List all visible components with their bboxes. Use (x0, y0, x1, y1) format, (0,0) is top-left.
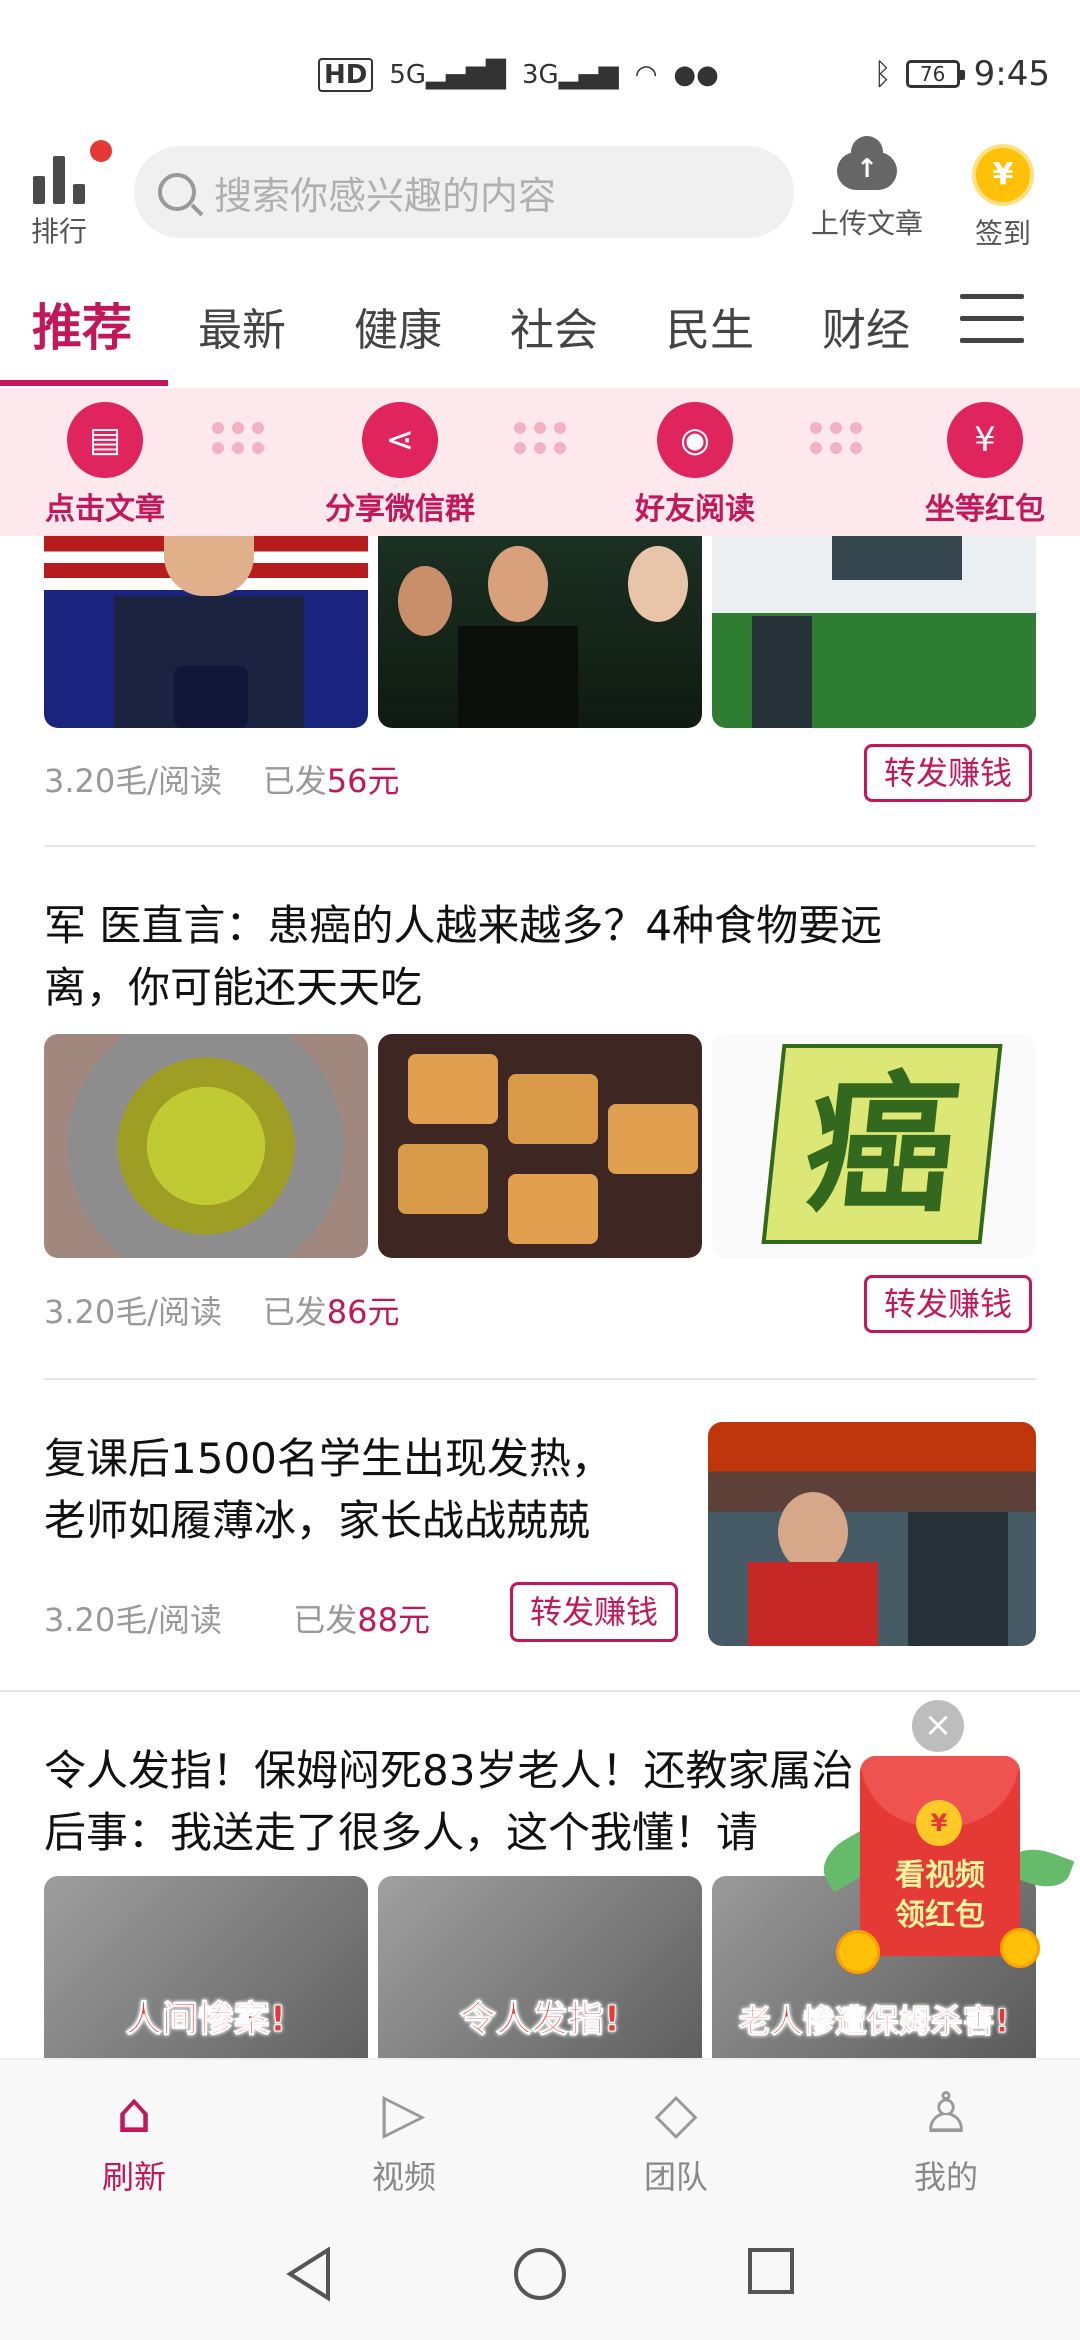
search-bar[interactable]: 搜索你感兴趣的内容 (134, 146, 794, 238)
article-title: 离，你可能还天天吃 (44, 963, 423, 1012)
hd-icon: HD (318, 58, 374, 92)
article-image (378, 536, 702, 728)
cloud-upload-icon (837, 136, 897, 190)
person-icon: ♙ (920, 2080, 972, 2146)
close-icon[interactable]: × (912, 1700, 964, 1752)
wifi-icon: ◠ (634, 60, 658, 90)
nav-team[interactable]: ◇ 团队 (606, 2078, 746, 2198)
category-tabs: 推荐 最新 健康 社会 民生 财经 (0, 270, 1080, 388)
forward-earn-button[interactable]: 转发赚钱 (510, 1582, 678, 1642)
article-image: 令人发指! (378, 1876, 702, 2058)
article-image: 癌 (712, 1034, 1036, 1258)
eye-icon: ◉ (657, 402, 733, 478)
search-icon (158, 173, 196, 211)
article-image (708, 1422, 1036, 1646)
forward-earn-button[interactable]: 转发赚钱 (864, 744, 1032, 802)
sent-amount: 88元 (357, 1601, 430, 1639)
divider (0, 1690, 1080, 1692)
article-image (378, 1034, 702, 1258)
image-caption: 人间惨案! (125, 1999, 287, 2041)
red-packet-icon: ¥ (947, 402, 1023, 478)
article-title: 军 医直言：患癌的人越来越多？4种食物要远 (44, 901, 883, 950)
tab-finance[interactable]: 财经 (822, 294, 910, 358)
image-caption: 令人发指! (459, 1999, 621, 2041)
checkin-button[interactable]: ¥ 签到 (948, 144, 1058, 252)
status-bar: HD 5G▂▄▆█ 3G▂▄▆ ◠ ●● ᛒ 76 9:45 (0, 0, 1080, 140)
top-bar: 排行 搜索你感兴趣的内容 上传文章 ¥ 签到 (0, 136, 1080, 260)
forward-earn-button[interactable]: 转发赚钱 (864, 1275, 1032, 1333)
tab-recommend[interactable]: 推荐 (32, 288, 132, 360)
back-icon[interactable] (284, 2246, 334, 2302)
sent-prefix: 已发 (262, 762, 327, 800)
divider (44, 845, 1036, 847)
sent-prefix: 已发 (262, 1293, 327, 1331)
wechat-icon: ●● (673, 60, 719, 90)
rate-text: 3.20毛/阅读 (44, 1293, 223, 1331)
gold-coin-icon (836, 1930, 880, 1974)
notification-dot (90, 140, 112, 162)
clock: 9:45 (973, 54, 1050, 94)
home-icon: ⌂ (116, 2080, 152, 2146)
tab-health[interactable]: 健康 (354, 294, 442, 358)
earning-steps-banner: ▤ 点击文章 ⋖ 分享微信群 ◉ 好友阅读 ¥ 坐等红包 (0, 388, 1080, 536)
article-image: 人间惨案! (44, 1876, 368, 2058)
step-dots (212, 422, 264, 454)
rate-text: 3.20毛/阅读 (44, 762, 223, 800)
network-icons: HD 5G▂▄▆█ 3G▂▄▆ ◠ ●● (318, 58, 719, 92)
red-packet: ¥ 看视频 领红包 (860, 1756, 1020, 1956)
step-wait-redpacket: ¥ 坐等红包 (920, 402, 1050, 528)
bluetooth-icon: ᛒ (873, 56, 892, 92)
ranking-icon (24, 150, 94, 204)
sent-amount: 56元 (326, 762, 400, 800)
rate-text: 3.20毛/阅读 (44, 1601, 223, 1639)
step-friend-read: ◉ 好友阅读 (630, 402, 760, 528)
step-dots (514, 422, 566, 454)
article-image (44, 1034, 368, 1258)
home-circle-icon[interactable] (512, 2246, 568, 2302)
sent-prefix: 已发 (293, 1601, 358, 1639)
nav-video[interactable]: ▷ 视频 (334, 2078, 474, 2198)
ad-text-line2: 领红包 (895, 1898, 985, 1933)
ad-text-line1: 看视频 (895, 1858, 985, 1893)
sent-amount: 86元 (326, 1293, 400, 1331)
tab-livelihood[interactable]: 民生 (666, 294, 754, 358)
nav-refresh[interactable]: ⌂ 刷新 (64, 2078, 204, 2198)
divider (44, 1378, 1036, 1380)
rank-button[interactable]: 排行 (24, 140, 112, 250)
step-click-article: ▤ 点击文章 (40, 402, 170, 528)
tab-society[interactable]: 社会 (510, 294, 598, 358)
search-placeholder: 搜索你感兴趣的内容 (214, 173, 557, 218)
cancer-character: 癌 (761, 1044, 1003, 1244)
article-title: 复课后1500名学生出现发热， (44, 1434, 613, 1483)
upload-label: 上传文章 (810, 207, 923, 240)
signal-3g-icon: 3G▂▄▆ (522, 60, 619, 90)
nav-mine[interactable]: ♙ 我的 (876, 2078, 1016, 2198)
tab-latest[interactable]: 最新 (198, 294, 286, 358)
gold-coin-icon (1000, 1928, 1040, 1968)
menu-icon[interactable] (960, 294, 1024, 360)
signal-5g-icon: 5G▂▄▆█ (389, 60, 507, 90)
coin-icon: ¥ (972, 144, 1034, 206)
share-icon: ⋖ (362, 402, 438, 478)
upload-article-button[interactable]: 上传文章 (802, 136, 932, 242)
rank-label: 排行 (30, 215, 87, 248)
coin-icon: ¥ (916, 1800, 962, 1846)
system-nav-bar (0, 2210, 1080, 2340)
step-dots (810, 422, 862, 454)
checkin-label: 签到 (974, 217, 1031, 250)
recents-icon[interactable] (746, 2246, 796, 2296)
active-tab-indicator (0, 380, 168, 386)
image-caption: 老人惨遭保姆杀害! (738, 2002, 1010, 2041)
battery-icon: 76 (905, 60, 965, 88)
video-redpacket-float[interactable]: × ¥ 看视频 领红包 (810, 1700, 1080, 2000)
bottom-nav: ⌂ 刷新 ▷ 视频 ◇ 团队 ♙ 我的 (0, 2058, 1080, 2210)
article-image (44, 536, 368, 728)
article-title: 老师如履薄冰，家长战战兢兢 (44, 1496, 591, 1545)
document-icon: ▤ (67, 402, 143, 478)
article-image (712, 536, 1036, 728)
play-icon: ▷ (382, 2080, 426, 2146)
diamond-icon: ◇ (654, 2080, 698, 2146)
step-share-wechat: ⋖ 分享微信群 (320, 402, 480, 528)
